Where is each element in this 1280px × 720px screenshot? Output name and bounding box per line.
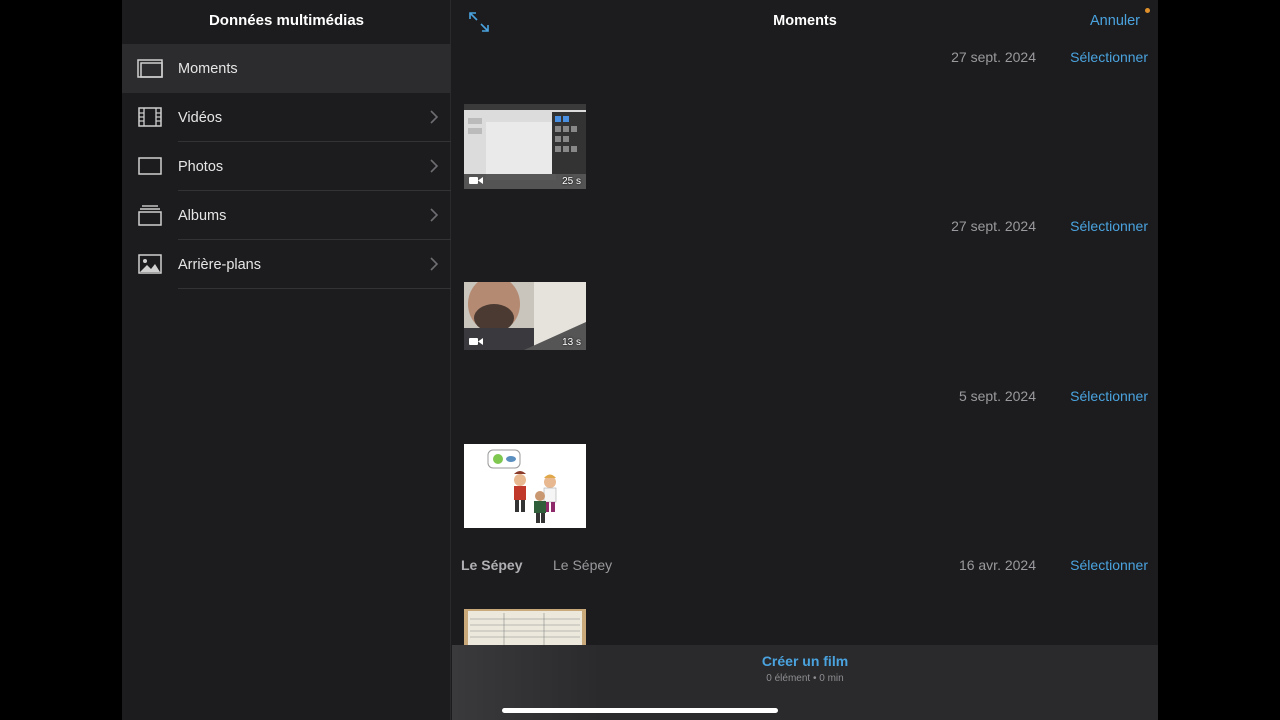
photo-frame-icon (138, 157, 162, 175)
section-header: 5 sept. 2024 Sélectionner (452, 388, 1158, 408)
video-duration: 13 s (562, 337, 581, 348)
sidebar-item-photos[interactable]: Photos (122, 142, 451, 191)
photo-thumbnail[interactable] (464, 444, 586, 528)
chevron-right-icon (430, 110, 439, 124)
page-title: Moments (773, 13, 837, 29)
cancel-button[interactable]: Annuler (1090, 13, 1140, 29)
home-indicator[interactable] (502, 708, 778, 713)
section-date: 5 sept. 2024 (958, 388, 1036, 404)
section-date: 16 avr. 2024 (958, 557, 1036, 573)
media-sidebar: Données multimédias Moments Vidéos Photo… (122, 0, 451, 720)
app-screen: Données multimédias Moments Vidéos Photo… (122, 0, 1158, 720)
section-header: 27 sept. 2024 Sélectionner (452, 49, 1158, 69)
sidebar-title: Données multimédias (208, 12, 365, 29)
section-sublocation: Le Sépey (553, 557, 613, 573)
selection-summary: 0 élément • 0 min (766, 673, 844, 684)
video-camera-icon (469, 177, 483, 184)
create-movie-button[interactable]: Créer un film (452, 653, 1158, 669)
notification-dot (1145, 8, 1150, 13)
sidebar-item-label: Arrière-plans (178, 256, 261, 273)
sidebar-item-label: Moments (178, 60, 238, 77)
sidebar-item-albums[interactable]: Albums (122, 191, 451, 240)
divider (178, 288, 451, 289)
video-camera-icon (469, 338, 483, 345)
select-button[interactable]: Sélectionner (1070, 557, 1148, 573)
sidebar-item-videos[interactable]: Vidéos (122, 93, 451, 142)
chevron-right-icon (430, 257, 439, 271)
video-duration: 25 s (562, 176, 581, 187)
moments-panel: Moments Annuler 27 sept. 2024 Sélectionn… (452, 0, 1158, 720)
landscape-icon (138, 254, 162, 274)
section-date: 27 sept. 2024 (951, 218, 1036, 234)
section-header: 27 sept. 2024 Sélectionner (452, 218, 1158, 238)
sidebar-item-label: Vidéos (178, 109, 223, 126)
select-button[interactable]: Sélectionner (1070, 388, 1148, 404)
albums-icon (138, 205, 162, 226)
sidebar-item-label: Albums (178, 207, 227, 224)
section-date: 27 sept. 2024 (951, 49, 1036, 65)
select-button[interactable]: Sélectionner (1070, 218, 1148, 234)
document-photo-preview (464, 609, 586, 645)
sidebar-item-label: Photos (178, 158, 224, 175)
chevron-right-icon (430, 208, 439, 222)
sidebar-list: Moments Vidéos Photos Albums Arrière-pla… (122, 44, 451, 289)
moments-icon (137, 59, 163, 78)
sidebar-item-moments[interactable]: Moments (122, 44, 451, 93)
select-button[interactable]: Sélectionner (1070, 49, 1148, 65)
sidebar-item-backgrounds[interactable]: Arrière-plans (122, 240, 451, 289)
video-thumbnail[interactable]: 13 s (464, 282, 586, 350)
video-thumbnail[interactable]: 25 s (464, 104, 586, 189)
cartoon-illustration (464, 444, 586, 528)
section-location: Le Sépey (461, 557, 523, 573)
photo-thumbnail[interactable] (464, 609, 586, 645)
chevron-right-icon (430, 159, 439, 173)
section-header: Le Sépey Le Sépey 16 avr. 2024 Sélection… (452, 557, 1158, 577)
film-icon (138, 107, 162, 127)
